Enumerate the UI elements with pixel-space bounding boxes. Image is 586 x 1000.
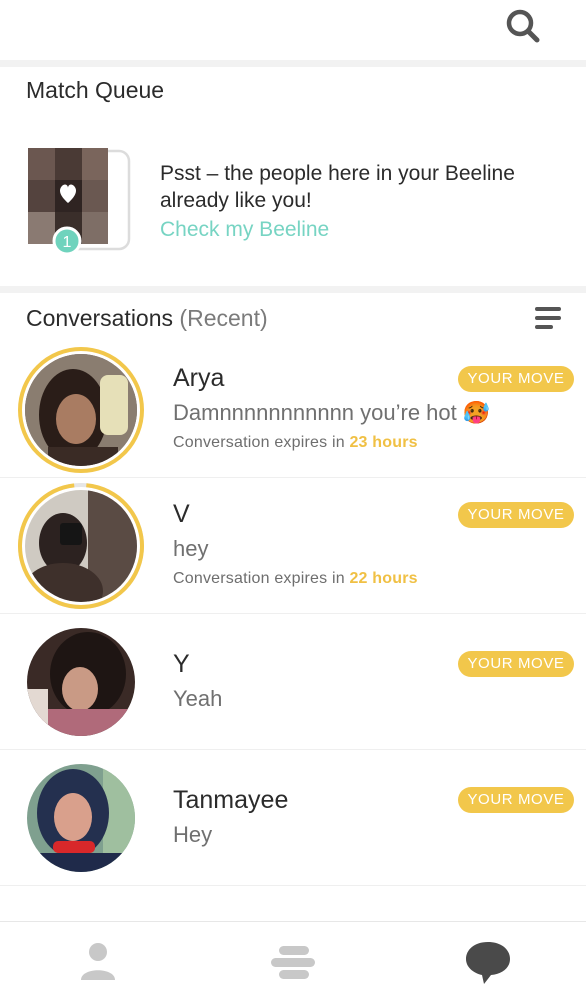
expiry-prefix: Conversation expires in	[173, 434, 345, 451]
search-icon[interactable]	[500, 4, 544, 44]
conversation-row[interactable]: Arya Damnnnnnnnnnnn you’re hot 🥵 Convers…	[0, 342, 586, 478]
last-message: hey	[173, 536, 209, 561]
expiry-hours: 23 hours	[349, 434, 418, 451]
beeline-message: Psst – the people here in your Beeline a…	[160, 162, 515, 212]
person-icon[interactable]	[70, 934, 126, 990]
your-move-badge: YOUR MOVE	[458, 787, 574, 813]
contact-name: Tanmayee	[173, 786, 289, 814]
expiry-notice: Conversation expires in 23 hours	[173, 434, 418, 452]
last-message: Hey	[173, 822, 213, 847]
conversations-filter: (Recent)	[179, 305, 268, 331]
section-divider	[0, 60, 586, 67]
bottom-nav	[0, 921, 586, 1000]
avatar	[18, 483, 144, 609]
match-count-badge: 1	[63, 234, 72, 251]
last-message: Damnnnnnnnnnnn you’re hot 🥵	[173, 400, 491, 425]
menu-lines-icon[interactable]	[532, 303, 564, 333]
expiry-hours: 22 hours	[349, 570, 418, 587]
contact-name: V	[173, 500, 190, 528]
beeline-preview-card[interactable]: 1	[27, 147, 133, 256]
conversation-row[interactable]: Y Yeah YOUR MOVE	[0, 614, 586, 750]
avatar	[18, 755, 144, 881]
check-beeline-link[interactable]: Check my Beeline	[160, 218, 329, 242]
your-move-badge: YOUR MOVE	[458, 502, 574, 528]
your-move-badge: YOUR MOVE	[458, 651, 574, 677]
chat-bubble-icon[interactable]	[460, 934, 516, 990]
expiry-prefix: Conversation expires in	[173, 570, 345, 587]
stacked-bars-icon[interactable]	[265, 934, 321, 990]
conversations-label: Conversations	[26, 305, 174, 331]
conversation-row[interactable]: V hey Conversation expires in 22 hours Y…	[0, 478, 586, 614]
contact-name: Arya	[173, 364, 225, 392]
expiry-notice: Conversation expires in 22 hours	[173, 570, 418, 588]
top-bar	[0, 0, 586, 60]
your-move-badge: YOUR MOVE	[458, 366, 574, 392]
contact-name: Y	[173, 650, 190, 678]
avatar	[18, 619, 144, 745]
last-message: Yeah	[173, 686, 223, 711]
conversation-row[interactable]: Tanmayee Hey YOUR MOVE	[0, 750, 586, 886]
section-divider	[0, 286, 586, 293]
match-queue-title: Match Queue	[26, 77, 165, 103]
avatar	[18, 347, 144, 473]
conversations-title: Conversations (Recent)	[26, 305, 268, 332]
